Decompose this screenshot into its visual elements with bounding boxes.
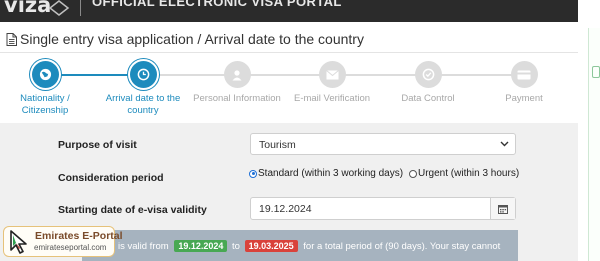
purpose-label: Purpose of visit [58,139,137,151]
calendar-button[interactable] [490,198,515,219]
calendar-icon [498,204,508,214]
step-circle [31,61,59,88]
credit-card-icon [517,70,531,79]
radio-urgent-dot[interactable] [409,169,417,178]
step-label: Payment [505,93,543,104]
step-data-control[interactable]: Data Control [373,61,483,105]
step-label: Nationality / Citizenship [20,93,70,116]
side-panel-edge [588,28,600,261]
alert-suffix: for a total period of (90 days). Your st… [303,241,501,252]
title-divider [0,52,578,53]
watermark-badge: Emirates E-Portal emirateseportal.com [3,226,123,257]
step-nationality[interactable]: Nationality / Citizenship [0,61,100,117]
step-label: Data Control [401,93,455,104]
clock-icon [137,68,149,81]
page-title: Single entry visa application / Arrival … [6,31,364,47]
from-date-badge: 19.12.2024 [174,240,228,252]
radio-urgent[interactable]: Urgent (within 3 hours) [409,168,519,179]
chevron-down-icon [500,141,509,147]
step-payment[interactable]: Payment [469,61,579,105]
logo-mark-icon [48,0,70,16]
start-date-value: 19.12.2024 [259,203,312,215]
step-circle [318,61,346,88]
globe-icon [39,68,51,81]
page-title-text: Single entry visa application / Arrival … [20,31,364,47]
step-circle [510,61,538,88]
start-date-input[interactable]: 19.12.2024 [250,197,516,220]
document-icon [6,33,17,46]
user-icon [232,69,242,80]
start-date-label: Starting date of e-visa validity [58,204,207,216]
step-label: E-mail Verification [293,93,371,104]
purpose-value: Tourism [259,139,296,151]
step-circle [223,61,251,88]
consideration-label: Consideration period [58,172,164,184]
envelope-icon [325,69,339,79]
header-divider [80,0,81,16]
step-circle [414,61,442,88]
watermark-url: emirateseportal.com [34,243,107,252]
step-personal-information[interactable]: Personal Information [182,61,292,105]
validity-text: is valid from 19.12.2024 to 19.03.2025 f… [92,240,500,252]
check-circle-icon [422,68,434,81]
side-panel-button[interactable] [592,66,600,78]
step-label: Personal Information [193,93,281,104]
progress-stepper: Nationality / Citizenship Arrival date t… [0,56,578,122]
step-email-verification[interactable]: E-mail Verification [277,61,387,105]
top-bar: viza OFFICIAL ELECTRONIC VISA PORTAL [0,0,578,22]
to-date-badge: 19.03.2025 [244,240,298,252]
alert-to-word: to [232,241,240,252]
alert-prefix: is valid from [118,241,169,252]
radio-urgent-label: Urgent (within 3 hours) [418,168,520,179]
radio-standard-dot[interactable] [249,169,257,178]
step-circle [129,61,157,88]
purpose-select[interactable]: Tourism [250,133,516,155]
site-logo[interactable]: viza [4,0,51,17]
cursor-logo-icon [10,230,27,254]
radio-standard-label: Standard (within 3 working days) [258,168,404,179]
portal-title: OFFICIAL ELECTRONIC VISA PORTAL [92,0,342,9]
watermark-name: Emirates E-Portal [35,230,123,242]
validity-alert: is valid from 19.12.2024 to 19.03.2025 f… [82,230,518,261]
radio-standard[interactable]: Standard (within 3 working days) [249,168,403,179]
